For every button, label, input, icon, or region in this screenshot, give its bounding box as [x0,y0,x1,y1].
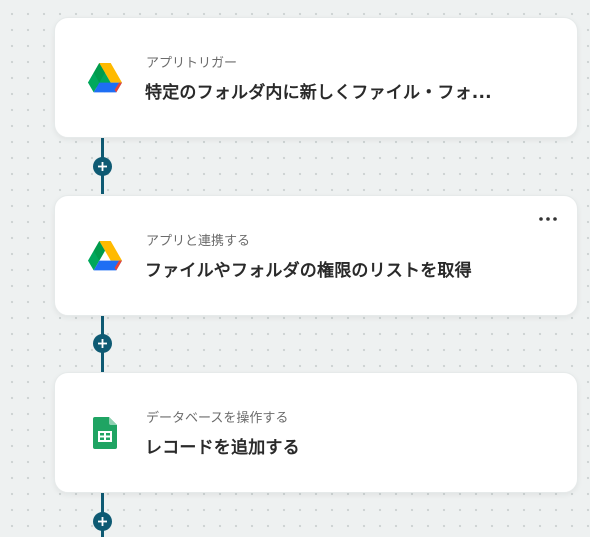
add-step-button[interactable] [93,334,112,353]
step-type-label: アプリと連携する [146,234,251,249]
step-title: レコードを追加する [145,438,300,458]
plus-icon [98,339,107,348]
step-type-label: データベースを操作する [146,411,289,426]
step-title: 特定のフォルダ内に新しくファイル・フォ... [145,83,492,103]
flow-step-card-action[interactable]: アプリと連携する ファイルやフォルダの権限のリストを取得 [54,195,578,316]
plus-icon [98,517,107,526]
plus-icon [98,162,107,171]
flow-step-card-trigger[interactable]: アプリトリガー 特定のフォルダ内に新しくファイル・フォ... [54,17,578,138]
google-drive-icon [87,60,123,96]
more-options-button[interactable] [537,212,559,226]
add-step-button[interactable] [93,157,112,176]
flow-step-card-database[interactable]: データベースを操作する レコードを追加する [54,372,578,493]
more-horizontal-icon [539,217,557,221]
step-title: ファイルやフォルダの権限のリストを取得 [145,261,472,281]
google-drive-icon [87,238,123,274]
step-type-label: アプリトリガー [146,56,238,71]
add-step-button[interactable] [93,512,112,531]
google-sheets-icon [87,415,123,451]
